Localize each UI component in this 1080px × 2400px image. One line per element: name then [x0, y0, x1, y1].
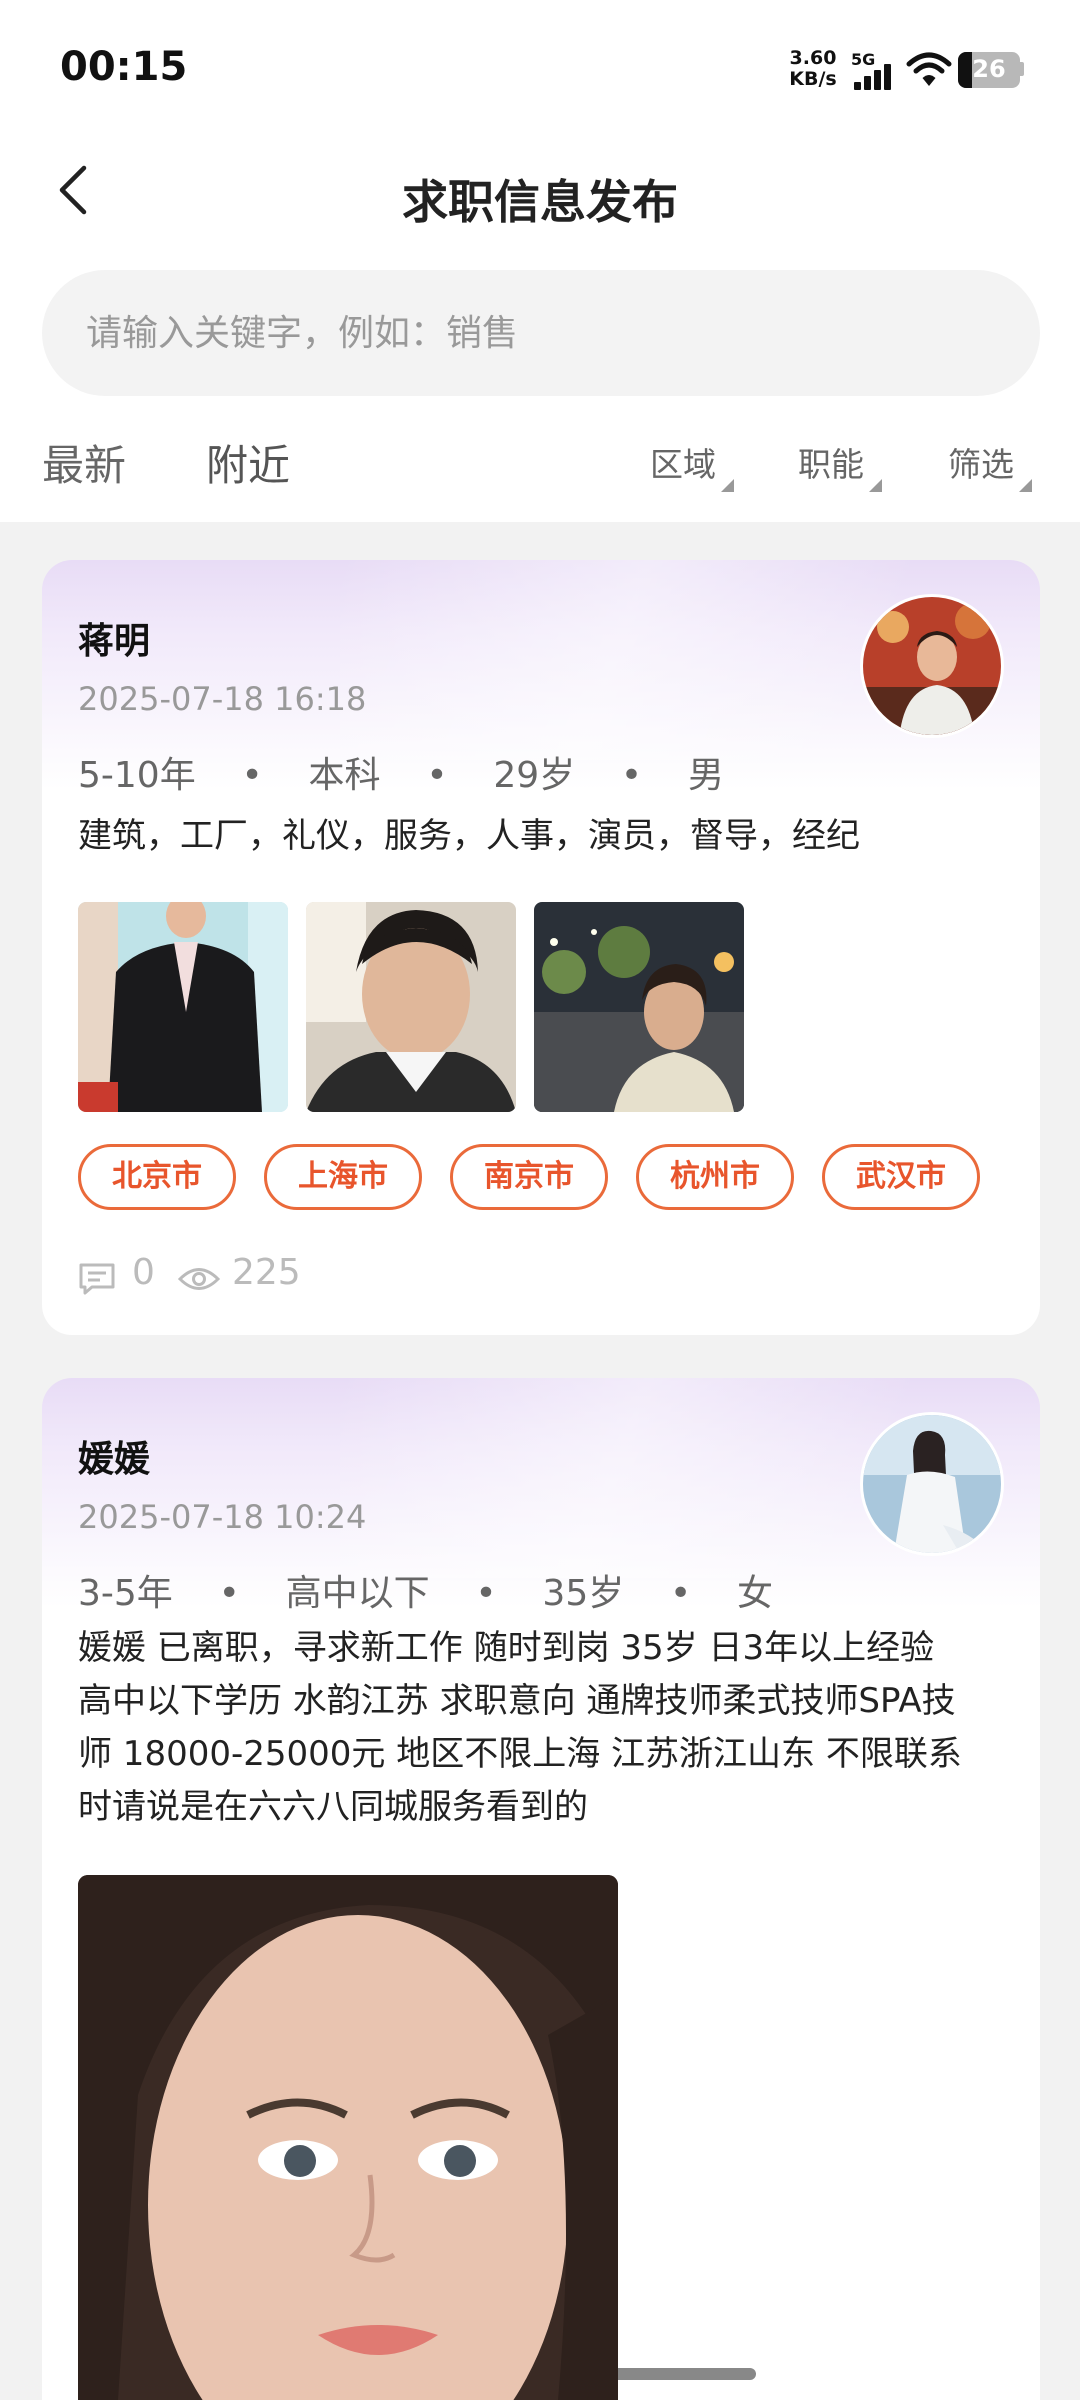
- city-tag[interactable]: 北京市: [78, 1144, 236, 1210]
- filter-more[interactable]: 筛选: [948, 438, 1032, 492]
- separator: •: [241, 755, 263, 796]
- age: 35岁: [542, 1573, 625, 1614]
- dropdown-triangle-icon: [721, 479, 734, 492]
- gender: 女: [737, 1573, 774, 1614]
- photo-thumbnail[interactable]: [306, 902, 516, 1112]
- network-speed: 3.60 KB/s: [786, 48, 840, 90]
- experience: 5-10年: [78, 755, 196, 796]
- tab-latest[interactable]: 最新: [42, 432, 126, 493]
- search-input[interactable]: [86, 312, 1040, 354]
- description-line: 高中以下学历 水韵江苏 求职意向 通牌技师柔式技师SPA技: [78, 1681, 956, 1721]
- city-tag[interactable]: 杭州市: [636, 1144, 794, 1210]
- job-seeker-card[interactable]: 媛媛 2025-07-18 10:24 3-5年 • 高中以下 • 35岁 • …: [42, 1378, 1040, 2400]
- separator: •: [218, 1573, 240, 1614]
- seeker-meta: 3-5年 • 高中以下 • 35岁 • 女: [78, 1564, 773, 1616]
- status-bar: 00:15 3.60 KB/s 5G 26: [0, 0, 1080, 140]
- filter-function[interactable]: 职能: [798, 438, 882, 492]
- separator: •: [670, 1573, 692, 1614]
- separator: •: [475, 1573, 497, 1614]
- age: 29岁: [493, 755, 576, 796]
- comment-icon[interactable]: [78, 1262, 116, 1296]
- signal-icon: [852, 62, 894, 90]
- status-time: 00:15: [60, 44, 188, 90]
- description-line: 媛媛 已离职，寻求新工作 随时到岗 35岁 日3年以上经验: [78, 1628, 935, 1668]
- view-count: 225: [232, 1252, 301, 1293]
- experience: 3-5年: [78, 1573, 173, 1614]
- education: 本科: [308, 755, 381, 796]
- city-tag[interactable]: 南京市: [450, 1144, 608, 1210]
- battery-tip: [1020, 62, 1024, 76]
- city-tag[interactable]: 武汉市: [822, 1144, 980, 1210]
- education: 高中以下: [285, 1573, 430, 1614]
- separator: •: [426, 755, 448, 796]
- description-line: 师 18000-25000元 地区不限上海 江苏浙江山东 不限联系: [78, 1734, 962, 1774]
- job-intention: 建筑，工厂，礼仪，服务，人事，演员，督导，经纪: [78, 816, 860, 856]
- photo-thumbnail[interactable]: [534, 902, 744, 1112]
- photo-large[interactable]: [78, 1875, 618, 2400]
- city-tag[interactable]: 上海市: [264, 1144, 422, 1210]
- tab-nearby[interactable]: 附近: [206, 432, 290, 493]
- dropdown-triangle-icon: [1019, 479, 1032, 492]
- eye-icon: [178, 1268, 220, 1290]
- description-line: 时请说是在六六八同城服务看到的: [78, 1787, 588, 1827]
- battery-icon: 26: [958, 52, 1020, 88]
- seeker-meta: 5-10年 • 本科 • 29岁 • 男: [78, 746, 724, 798]
- avatar[interactable]: [860, 594, 1004, 738]
- filter-more-label: 筛选: [948, 445, 1014, 484]
- filter-function-label: 职能: [798, 445, 864, 484]
- comment-count: 0: [132, 1252, 155, 1293]
- avatar[interactable]: [860, 1412, 1004, 1556]
- wifi-icon: [906, 52, 952, 86]
- filter-region-label: 区域: [650, 445, 716, 484]
- seeker-name: 媛媛: [78, 1439, 151, 1480]
- post-date: 2025-07-18 10:24: [78, 1498, 367, 1536]
- battery-level: 26: [972, 55, 1006, 83]
- job-seeker-card[interactable]: 蒋明 2025-07-18 16:18 5-10年 • 本科 • 29岁 • 男…: [42, 560, 1040, 1335]
- dropdown-triangle-icon: [869, 479, 882, 492]
- network-speed-unit: KB/s: [789, 68, 837, 90]
- filter-region[interactable]: 区域: [650, 438, 734, 492]
- search-bar[interactable]: [42, 270, 1040, 396]
- gender: 男: [687, 755, 724, 796]
- seeker-name: 蒋明: [78, 621, 151, 662]
- network-speed-value: 3.60: [789, 47, 837, 69]
- photo-thumbnail[interactable]: [78, 902, 288, 1112]
- job-intention: 媛媛 已离职，寻求新工作 随时到岗 35岁 日3年以上经验 高中以下学历 水韵江…: [78, 1622, 1008, 1834]
- page-title: 求职信息发布: [402, 175, 678, 229]
- post-date: 2025-07-18 16:18: [78, 680, 367, 718]
- separator: •: [620, 755, 643, 796]
